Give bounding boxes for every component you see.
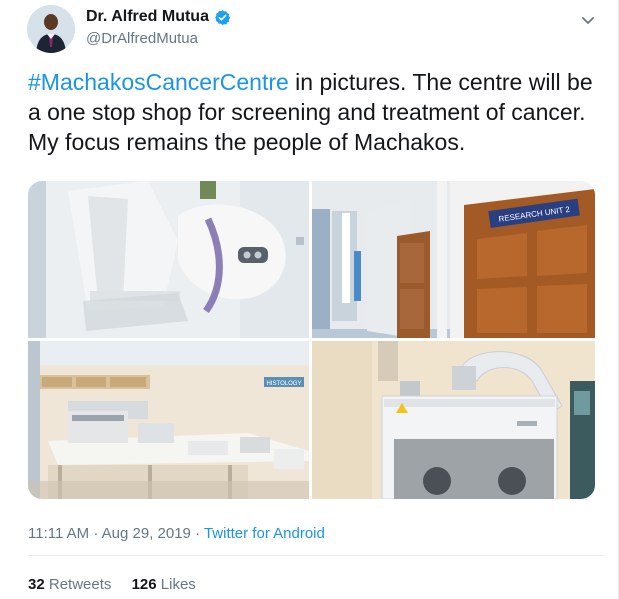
photo-research-unit-door[interactable]: RESEARCH UNIT 2 — [312, 181, 595, 338]
photo-histology-lab[interactable]: HISTOLOGY — [28, 341, 309, 499]
retweets-stat[interactable]: 32 Retweets — [28, 576, 111, 593]
likes-count: 126 — [131, 576, 157, 593]
retweets-label: Retweets — [48, 576, 112, 593]
histology-sign: HISTOLOGY — [267, 381, 302, 387]
chevron-down-icon[interactable] — [578, 10, 598, 30]
author-name-row: Dr. Alfred Mutua — [86, 8, 231, 26]
media-grid: RESEARCH UNIT 2 HISTOLOGY — [28, 181, 595, 499]
tweet-meta: 11:11 AM · Aug 29, 2019 · Twitter for An… — [28, 525, 325, 542]
engagement-stats: 32 Retweets 126 Likes — [28, 576, 196, 593]
photo-mammography-machine[interactable] — [28, 181, 309, 338]
likes-stat[interactable]: 126 Likes — [132, 576, 196, 593]
timestamp[interactable]: 11:11 AM · Aug 29, 2019 — [28, 525, 191, 542]
avatar-photo — [27, 5, 75, 53]
tweet-text: #MachakosCancerCentre in pictures. The c… — [28, 67, 603, 157]
avatar[interactable] — [27, 5, 75, 53]
likes-label: Likes — [160, 576, 196, 593]
author-name[interactable]: Dr. Alfred Mutua — [86, 8, 209, 26]
retweets-count: 32 — [28, 576, 45, 593]
photo-biosafety-cabinet[interactable] — [312, 341, 595, 499]
source-link[interactable]: Twitter for Android — [204, 525, 325, 542]
meta-separator: · — [190, 525, 204, 542]
author-handle[interactable]: @DrAlfredMutua — [86, 30, 198, 47]
verified-badge-icon — [214, 9, 231, 26]
hashtag-link[interactable]: #MachakosCancerCentre — [28, 69, 289, 95]
divider — [28, 555, 603, 556]
